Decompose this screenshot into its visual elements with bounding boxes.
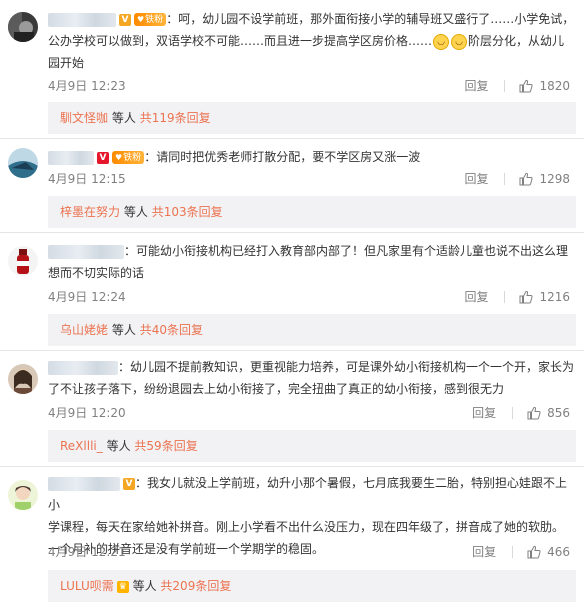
username[interactable]	[48, 476, 120, 491]
username[interactable]	[48, 244, 124, 259]
like-count: 856	[547, 405, 570, 420]
divider	[0, 350, 584, 351]
comment-meta: 4月9日 12:23 回复 1820	[48, 77, 570, 95]
like-count: 1298	[539, 171, 570, 186]
divider	[504, 79, 506, 92]
username[interactable]	[48, 150, 94, 165]
comment-meta: 4月9日 12:15 回复 1298	[48, 170, 570, 188]
reply-button[interactable]: 回复	[472, 404, 496, 421]
emoji-icon: ◡	[433, 33, 450, 50]
reply-user-link[interactable]: ReXllli_	[60, 439, 103, 453]
comment-meta: 4月9日 12:20 回复 856	[48, 404, 570, 422]
thumbs-up-icon	[519, 172, 534, 185]
fan-badge: ♥铁粉	[134, 13, 167, 26]
comment-meta: 4月9日 12:24 回复 1216	[48, 288, 570, 306]
like-count: 1820	[539, 78, 570, 93]
reply-user-link[interactable]: 乌山姥姥	[60, 323, 108, 337]
thumbs-up-icon	[519, 79, 534, 92]
timestamp: 4月9日 12:24	[48, 290, 126, 304]
username[interactable]	[48, 12, 116, 27]
comment-meta: 4月9日 12:21 回复 466	[48, 543, 570, 561]
reply-count-link[interactable]: 共119条回复	[140, 111, 211, 125]
timestamp: 4月9日 12:23	[48, 79, 126, 93]
timestamp: 4月9日 12:20	[48, 406, 126, 420]
comment-text: ：可能幼小衔接机构已经打入教育部内部了！但凡家里有个适龄儿童也说不出这么理 想而…	[48, 244, 569, 280]
reply-user-link[interactable]: 馴文怪咖	[60, 111, 108, 125]
divider	[0, 138, 584, 139]
reply-user-link[interactable]: LULU呗需	[60, 579, 114, 593]
divider	[504, 172, 506, 185]
reply-count-link[interactable]: 共103条回复	[152, 205, 223, 219]
avatar[interactable]	[8, 148, 38, 178]
emoji-icon: ◡	[451, 33, 468, 50]
verified-icon: V	[123, 477, 135, 490]
reply-summary[interactable]: 梓墨在努力 等人 共103条回复	[48, 196, 576, 228]
badge-icon: ♛	[116, 580, 129, 593]
like-button[interactable]: 1216	[519, 290, 570, 304]
comment-text: V ♥铁粉 ：请同时把优秀老师打散分配，要不学区房又涨一波	[48, 146, 578, 168]
reply-summary[interactable]: 馴文怪咖 等人 共119条回复	[48, 102, 576, 134]
reply-button[interactable]: 回复	[464, 77, 488, 94]
fan-badge: ♥铁粉	[112, 151, 145, 164]
reply-count-link[interactable]: 共209条回复	[160, 579, 231, 593]
reply-count-link[interactable]: 共59条回复	[134, 439, 197, 453]
reply-summary[interactable]: 乌山姥姥 等人 共40条回复	[48, 314, 576, 346]
divider	[504, 290, 506, 303]
like-button[interactable]: 1298	[519, 172, 570, 186]
reply-button[interactable]: 回复	[472, 543, 496, 560]
reply-button[interactable]: 回复	[464, 170, 488, 187]
timestamp: 4月9日 12:15	[48, 172, 126, 186]
thumbs-up-icon	[527, 545, 541, 558]
like-button[interactable]: 856	[527, 406, 570, 420]
avatar[interactable]	[8, 364, 38, 394]
divider	[512, 406, 514, 419]
divider	[0, 466, 584, 467]
avatar[interactable]	[8, 480, 38, 510]
thumbs-up-icon	[519, 290, 534, 303]
reply-summary[interactable]: LULU呗需 ♛ 等人 共209条回复	[48, 570, 576, 602]
avatar[interactable]	[8, 246, 38, 276]
like-count: 1216	[539, 289, 570, 304]
like-button[interactable]: 466	[527, 545, 570, 559]
reply-button[interactable]: 回复	[464, 288, 488, 305]
avatar[interactable]	[8, 12, 38, 42]
reply-count-link[interactable]: 共40条回复	[140, 323, 203, 337]
thumbs-up-icon	[527, 406, 541, 419]
reply-user-link[interactable]: 梓墨在努力	[60, 205, 120, 219]
verified-icon: V	[119, 13, 131, 26]
divider	[512, 545, 514, 558]
timestamp: 4月9日 12:21	[48, 545, 126, 559]
comment-text: V ♥铁粉 ：呵，幼儿园不设学前班，那外面衔接小学的辅导班又盛行了……小学免试， 公…	[48, 12, 575, 70]
like-button[interactable]: 1820	[519, 79, 570, 93]
like-count: 466	[547, 544, 570, 559]
username[interactable]	[48, 360, 118, 375]
verified-icon: V	[97, 151, 109, 164]
divider	[0, 232, 584, 233]
comment-text: ：幼儿园不提前教知识，更重视能力培养，可是课外幼小衔接机构一个一个开，家长为 了…	[48, 360, 575, 396]
reply-summary[interactable]: ReXllli_ 等人 共59条回复	[48, 430, 576, 462]
